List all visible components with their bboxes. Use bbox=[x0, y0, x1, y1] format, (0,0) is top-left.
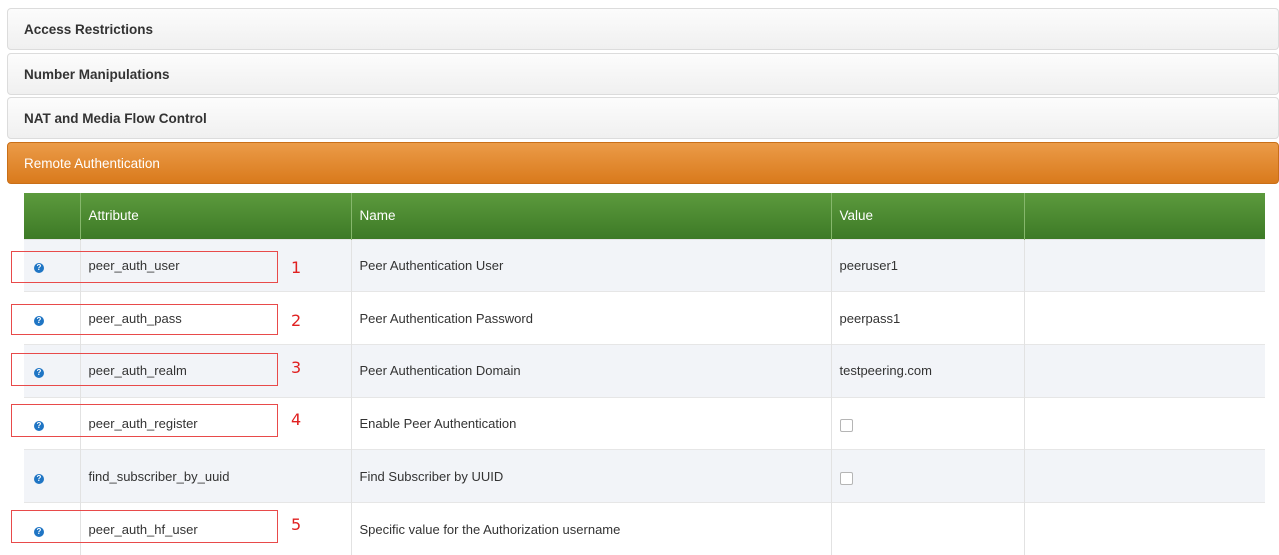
annotation-box bbox=[11, 304, 278, 335]
header-actions bbox=[1024, 193, 1265, 239]
header-icon-column bbox=[24, 193, 81, 239]
annotation-box bbox=[11, 251, 278, 283]
help-icon[interactable]: ? bbox=[34, 473, 44, 484]
accordion-nat-media-flow-control[interactable]: NAT and Media Flow Control bbox=[7, 97, 1279, 139]
accordion-label: Number Manipulations bbox=[24, 66, 170, 82]
annotation-number: 5 bbox=[291, 515, 302, 534]
name-cell: Find Subscriber by UUID bbox=[351, 449, 832, 503]
value-cell bbox=[831, 501, 1025, 555]
accordion-access-restrictions[interactable]: Access Restrictions bbox=[7, 8, 1279, 50]
accordion-label: NAT and Media Flow Control bbox=[24, 110, 207, 126]
value-cell: peeruser1 bbox=[831, 238, 1025, 292]
actions-cell bbox=[1024, 343, 1265, 398]
name-cell: Peer Authentication Password bbox=[351, 291, 832, 345]
accordion-label: Access Restrictions bbox=[24, 21, 154, 37]
header-name[interactable]: Name bbox=[351, 193, 832, 239]
table-header-row: Attribute Name Value bbox=[24, 193, 1265, 239]
header-attribute[interactable]: Attribute bbox=[80, 193, 352, 239]
value-cell bbox=[831, 449, 1025, 503]
table-row: ? find_subscriber_by_uuid Find Subscribe… bbox=[24, 449, 1265, 503]
find-subscriber-by-uuid-checkbox[interactable] bbox=[839, 471, 853, 485]
attribute-cell: find_subscriber_by_uuid bbox=[80, 449, 352, 503]
value-cell: testpeering.com bbox=[831, 343, 1025, 398]
actions-cell bbox=[1024, 396, 1265, 450]
annotation-number: 1 bbox=[291, 258, 302, 277]
name-cell: Peer Authentication User bbox=[351, 238, 832, 292]
value-cell bbox=[831, 396, 1025, 450]
name-cell: Specific value for the Authorization use… bbox=[351, 501, 832, 555]
accordion-number-manipulations[interactable]: Number Manipulations bbox=[7, 53, 1279, 95]
annotation-box bbox=[11, 404, 278, 437]
accordion-label: Remote Authentication bbox=[24, 155, 160, 171]
value-cell: peerpass1 bbox=[831, 291, 1025, 345]
peer-auth-register-checkbox[interactable] bbox=[839, 418, 853, 432]
accordion-remote-authentication[interactable]: Remote Authentication bbox=[7, 142, 1279, 184]
name-cell: Peer Authentication Domain bbox=[351, 343, 832, 398]
actions-cell bbox=[1024, 501, 1265, 555]
header-value[interactable]: Value bbox=[831, 193, 1025, 239]
annotation-box bbox=[11, 510, 278, 543]
actions-cell bbox=[1024, 449, 1265, 503]
annotation-box bbox=[11, 353, 278, 386]
name-cell: Enable Peer Authentication bbox=[351, 396, 832, 450]
annotation-number: 4 bbox=[291, 410, 302, 429]
actions-cell bbox=[1024, 238, 1265, 292]
annotation-number: 2 bbox=[291, 311, 302, 330]
actions-cell bbox=[1024, 291, 1265, 345]
annotation-number: 3 bbox=[291, 358, 302, 377]
